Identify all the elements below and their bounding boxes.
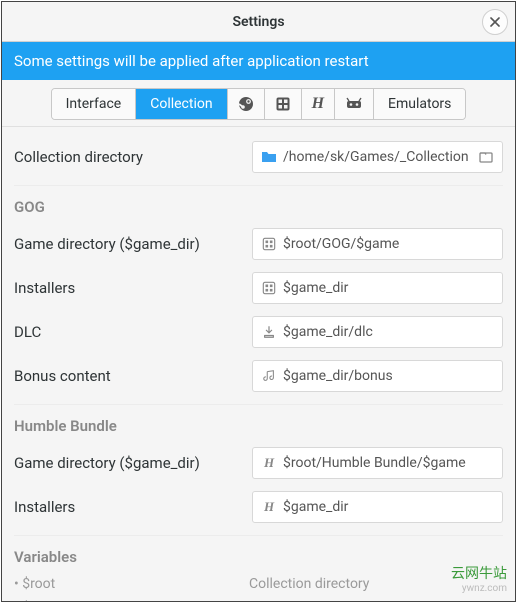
folder-icon xyxy=(261,149,277,165)
download-icon xyxy=(261,324,277,340)
tabs-bar: Interface Collection H Emulators xyxy=(2,80,515,127)
gog-dlc-label: DLC xyxy=(14,323,244,341)
titlebar: Settings xyxy=(2,2,515,42)
gog-bonus-field[interactable]: $game_dir/bonus xyxy=(252,360,503,392)
humble-icon: H xyxy=(261,499,277,515)
gog-dlc-row: DLC $game_dir/dlc xyxy=(14,310,503,354)
variables-section-header: Variables xyxy=(14,535,503,572)
gog-dlc-value: $game_dir/dlc xyxy=(283,324,494,340)
humble-game-dir-field[interactable]: H $root/Humble Bundle/$game xyxy=(252,447,503,479)
humble-game-dir-label: Game directory ($game_dir) xyxy=(14,454,244,472)
gog-game-dir-row: Game directory ($game_dir) $root/GOG/$ga… xyxy=(14,222,503,266)
gog-bonus-row: Bonus content $game_dir/bonus xyxy=(14,354,503,398)
music-icon xyxy=(261,368,277,384)
variable-row: • $game Game name xyxy=(14,596,503,601)
tab-humble[interactable]: H xyxy=(302,89,335,119)
variable-key: • $game xyxy=(14,600,249,601)
gog-bonus-value: $game_dir/bonus xyxy=(283,368,494,384)
gog-section-header: GOG xyxy=(14,185,503,222)
window-title: Settings xyxy=(232,14,284,30)
restart-banner: Some settings will be applied after appl… xyxy=(2,42,515,80)
close-button[interactable] xyxy=(482,9,508,35)
tab-gog[interactable] xyxy=(265,89,302,119)
variable-key: • $root xyxy=(14,576,249,592)
gog-installers-value: $game_dir xyxy=(283,280,494,296)
gog-dlc-field[interactable]: $game_dir/dlc xyxy=(252,316,503,348)
tab-strip: Interface Collection H Emulators xyxy=(51,88,467,120)
collection-directory-field[interactable]: /home/sk/Games/_Collection xyxy=(252,141,503,173)
humble-section-header: Humble Bundle xyxy=(14,404,503,441)
tab-collection[interactable]: Collection xyxy=(136,89,227,119)
gog-installers-row: Installers $game_dir xyxy=(14,266,503,310)
variable-row: • $root Collection directory xyxy=(14,572,503,596)
gog-icon xyxy=(275,96,291,112)
steam-icon xyxy=(238,96,254,112)
tab-steam[interactable] xyxy=(228,89,265,119)
humble-icon: H xyxy=(312,95,324,113)
close-icon xyxy=(490,17,500,27)
humble-installers-value: $game_dir xyxy=(283,499,494,515)
humble-game-dir-row: Game directory ($game_dir) H $root/Humbl… xyxy=(14,441,503,485)
collection-directory-value: /home/sk/Games/_Collection xyxy=(283,149,472,165)
humble-installers-label: Installers xyxy=(14,498,244,516)
tab-emulators[interactable]: Emulators xyxy=(374,89,465,119)
gog-installers-label: Installers xyxy=(14,279,244,297)
gog-game-dir-field[interactable]: $root/GOG/$game xyxy=(252,228,503,260)
gog-game-dir-label: Game directory ($game_dir) xyxy=(14,235,244,253)
gog-bonus-label: Bonus content xyxy=(14,367,244,385)
humble-game-dir-value: $root/Humble Bundle/$game xyxy=(283,455,494,471)
gog-icon xyxy=(261,280,277,296)
tab-itch[interactable] xyxy=(335,89,374,119)
browse-icon[interactable] xyxy=(478,149,494,165)
robot-icon xyxy=(345,97,363,111)
settings-window: Settings Some settings will be applied a… xyxy=(1,1,516,602)
gog-game-dir-value: $root/GOG/$game xyxy=(283,236,494,252)
collection-directory-label: Collection directory xyxy=(14,148,244,166)
tab-interface[interactable]: Interface xyxy=(52,89,137,119)
gog-installers-field[interactable]: $game_dir xyxy=(252,272,503,304)
humble-installers-field[interactable]: H $game_dir xyxy=(252,491,503,523)
humble-installers-row: Installers H $game_dir xyxy=(14,485,503,529)
collection-directory-row: Collection directory /home/sk/Games/_Col… xyxy=(14,135,503,179)
variable-desc: Game name xyxy=(249,600,324,601)
gog-icon xyxy=(261,236,277,252)
settings-content: Collection directory /home/sk/Games/_Col… xyxy=(2,127,515,601)
variable-desc: Collection directory xyxy=(249,576,369,592)
humble-icon: H xyxy=(261,455,277,471)
